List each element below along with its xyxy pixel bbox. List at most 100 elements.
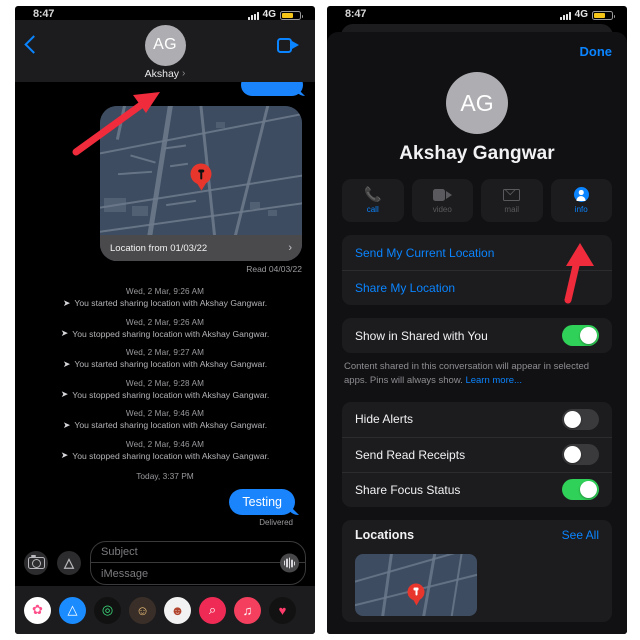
timeline-timestamp: Wed, 2 Mar, 9:26 AM xyxy=(125,317,205,327)
memoji-app-icon[interactable]: ☺ xyxy=(129,596,156,624)
map-message-footer[interactable]: Location from 01/03/22 › xyxy=(100,235,302,261)
show-in-shared-with-you-toggle[interactable] xyxy=(562,325,599,346)
message-field[interactable]: iMessage xyxy=(91,563,305,584)
call-button-label: call xyxy=(366,205,379,214)
list-item: Wed, 2 Mar, 9:46 AM ➤ You started sharin… xyxy=(23,409,307,431)
memoji-2-app-icon[interactable]: ☻ xyxy=(164,596,191,624)
avatar: AG xyxy=(144,24,186,66)
shared-with-you-footer: Content shared in this conversation will… xyxy=(344,360,610,389)
share-focus-status-label: Share Focus Status xyxy=(355,482,461,497)
timeline-timestamp: Wed, 2 Mar, 9:27 AM xyxy=(125,348,205,357)
mail-button[interactable]: mail xyxy=(481,179,543,222)
info-button[interactable]: info xyxy=(550,179,612,222)
send-read-receipts-label: Send Read Receipts xyxy=(355,447,466,462)
message-placeholder: iMessage xyxy=(101,567,149,580)
hide-alerts-label: Hide Alerts xyxy=(355,412,414,426)
list-item: Wed, 2 Mar, 9:26 AM ➤ You started sharin… xyxy=(23,287,307,309)
signal-bars-icon xyxy=(247,12,259,20)
done-button[interactable]: Done xyxy=(580,44,613,59)
locations-group: Locations See All xyxy=(342,519,612,622)
location-thumbnail[interactable] xyxy=(355,553,477,616)
contact-details-screen: 8:47 4G Done AG Akshay Gangwar 📞 call vi… xyxy=(327,6,627,634)
map-pin-icon xyxy=(407,583,425,601)
timeline-event-text: You started sharing location with Akshay… xyxy=(74,420,268,430)
status-bar-indicators: 4G xyxy=(247,9,303,20)
timeline-event: ➤ You started sharing location with Aksh… xyxy=(23,359,307,370)
avatar: AG xyxy=(446,72,508,134)
music-app-icon[interactable]: ♫ xyxy=(234,596,261,624)
status-bar-left: 8:47 4G xyxy=(15,6,315,20)
app-store-app-icon[interactable]: △ xyxy=(59,596,86,624)
send-read-receipts-row[interactable]: Send Read Receipts xyxy=(342,436,612,472)
subject-field[interactable]: Subject xyxy=(91,542,305,563)
timeline-timestamp: Wed, 2 Mar, 9:46 AM xyxy=(125,439,205,449)
video-button[interactable]: video xyxy=(411,179,473,222)
messages-conversation-screen: 8:47 4G AG Akshay › Location from 01/03/… xyxy=(15,6,315,634)
envelope-icon xyxy=(503,187,521,202)
battery-icon xyxy=(592,11,615,20)
location-arrow-icon: ➤ xyxy=(60,328,69,338)
app-store-icon[interactable]: △ xyxy=(57,551,81,575)
imessage-app-drawer[interactable]: ✿ △ ◎ ☺ ☻ ⌕ ♫ ♥ xyxy=(15,586,315,634)
page-title: Akshay Gangwar xyxy=(399,143,555,164)
list-item: Wed, 2 Mar, 9:26 AM ➤ You stopped sharin… xyxy=(23,318,307,340)
fitness-app-icon[interactable]: ◎ xyxy=(94,596,121,624)
see-all-link[interactable]: See All xyxy=(562,528,599,542)
location-event-timeline: Wed, 2 Mar, 9:26 AM ➤ You started sharin… xyxy=(15,287,315,527)
map-caption: Location from 01/03/22 xyxy=(110,242,208,254)
video-camera-icon[interactable] xyxy=(277,38,299,53)
timeline-event: ➤ You stopped sharing location with Aksh… xyxy=(23,328,307,339)
chevron-right-icon: › xyxy=(182,68,186,79)
share-focus-status-row[interactable]: Share Focus Status xyxy=(342,471,612,507)
timeline-event-text: You stopped sharing location with Akshay… xyxy=(72,389,270,400)
previous-message-bubble[interactable] xyxy=(241,82,303,96)
list-item: Wed, 2 Mar, 9:27 AM ➤ You started sharin… xyxy=(23,348,307,370)
share-focus-status-toggle[interactable] xyxy=(562,479,599,500)
audio-waveform-icon[interactable] xyxy=(280,553,299,573)
list-item: Wed, 2 Mar, 9:46 AM ➤ You stopped sharin… xyxy=(23,440,307,462)
message-input-bar: △ Subject iMessage xyxy=(15,540,315,586)
share-my-location-row[interactable]: Share My Location xyxy=(342,270,612,305)
video-camera-icon xyxy=(432,187,452,202)
sent-message-bubble[interactable]: Testing xyxy=(229,489,295,515)
read-receipt: Read 04/03/22 xyxy=(246,264,302,274)
timeline-event-text: You started sharing location with Akshay… xyxy=(74,359,268,369)
quick-actions-row: 📞 call video mail info xyxy=(327,165,627,222)
image-search-icon[interactable]: ⌕ xyxy=(199,596,226,624)
location-arrow-icon: ➤ xyxy=(62,419,71,430)
battery-icon xyxy=(280,11,303,20)
timeline-timestamp: Wed, 2 Mar, 9:46 AM xyxy=(125,409,205,418)
learn-more-link[interactable]: Learn more... xyxy=(465,375,522,386)
show-in-shared-with-you-row[interactable]: Show in Shared with You xyxy=(342,318,612,353)
back-chevron-icon[interactable] xyxy=(24,35,43,54)
location-arrow-icon: ➤ xyxy=(60,450,69,460)
details-sheet: Done AG Akshay Gangwar 📞 call video mail xyxy=(327,32,627,634)
send-read-receipts-toggle[interactable] xyxy=(562,444,599,465)
chevron-right-icon: › xyxy=(288,242,292,254)
photos-app-icon[interactable]: ✿ xyxy=(24,596,51,624)
call-button[interactable]: 📞 call xyxy=(342,179,404,222)
share-my-location-label: Share My Location xyxy=(355,281,456,295)
location-map-message[interactable]: Location from 01/03/22 › xyxy=(100,106,302,261)
info-button-label: info xyxy=(574,205,588,214)
hide-alerts-row[interactable]: Hide Alerts xyxy=(342,402,612,437)
timeline-event: ➤ You started sharing location with Aksh… xyxy=(23,420,307,431)
timeline-timestamp: Wed, 2 Mar, 9:26 AM xyxy=(125,287,205,296)
screenshot-stage: 8:47 4G AG Akshay › Location from 01/03/… xyxy=(0,0,640,640)
digital-touch-icon[interactable]: ♥ xyxy=(269,596,296,624)
delivery-status: Delivered xyxy=(259,518,293,527)
phone-icon: 📞 xyxy=(364,186,382,202)
person-circle-icon xyxy=(573,187,589,202)
header-contact-name[interactable]: Akshay › xyxy=(145,68,186,80)
send-my-current-location-row[interactable]: Send My Current Location xyxy=(342,235,612,270)
shared-with-you-group: Show in Shared with You xyxy=(342,318,612,353)
status-bar-right: 8:47 4G xyxy=(327,6,627,20)
hide-alerts-toggle[interactable] xyxy=(562,408,599,430)
header-contact-button[interactable]: AG Akshay › xyxy=(144,24,186,80)
header-contact-name-label: Akshay xyxy=(144,67,180,80)
compose-fields[interactable]: Subject iMessage xyxy=(90,541,306,585)
camera-icon[interactable] xyxy=(24,551,48,575)
map-pin-icon xyxy=(190,163,212,185)
status-bar-time: 8:47 xyxy=(345,8,367,20)
conversation-scroll[interactable]: Location from 01/03/22 › Read 04/03/22 W… xyxy=(15,82,315,540)
